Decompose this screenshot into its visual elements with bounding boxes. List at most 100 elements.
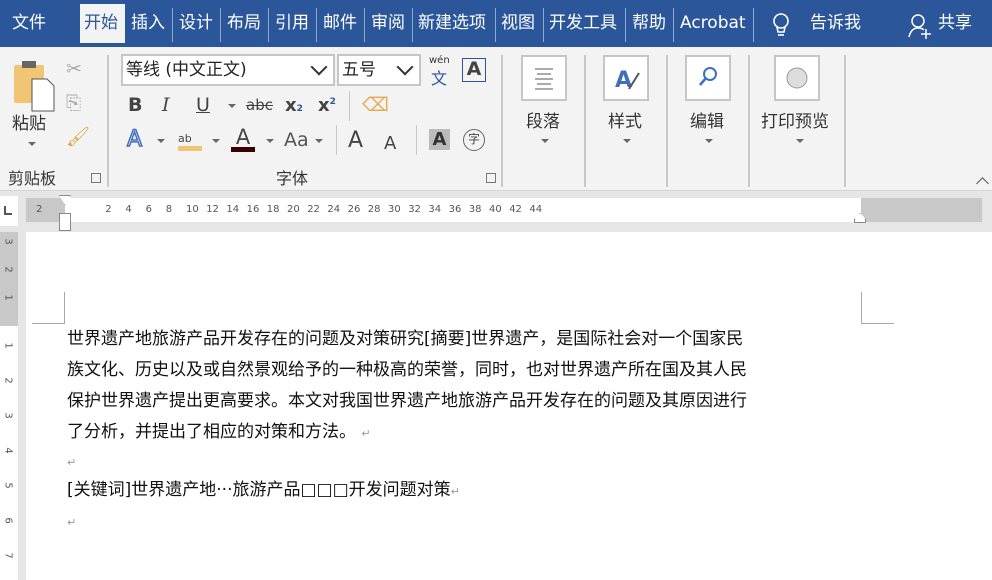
ribbon-tab-bar: 文件 开始 插入 设计 布局 引用 邮件 审阅 新建选项 视图 开发工具 帮助 … bbox=[0, 0, 992, 47]
tab-new-options[interactable]: 新建选项 bbox=[414, 8, 490, 47]
body-line[interactable]: 世界遗产地旅游产品开发存在的问题及对策研究[摘要]世界遗产，是国际社会对一个国家… bbox=[67, 328, 743, 350]
ruler-tick-label: 12 bbox=[206, 204, 219, 215]
print-preview-button[interactable]: 打印预览 bbox=[761, 107, 829, 132]
collapse-ribbon-icon[interactable] bbox=[976, 177, 989, 190]
tab-design[interactable]: 设计 bbox=[175, 8, 217, 47]
search-icon[interactable] bbox=[685, 55, 731, 101]
ruler-tick-label: 10 bbox=[186, 204, 199, 215]
tab-developer[interactable]: 开发工具 bbox=[545, 8, 621, 47]
bold-button[interactable]: B bbox=[128, 93, 142, 117]
styles-button[interactable]: 样式 bbox=[608, 107, 642, 132]
body-line[interactable]: 了分析，并提出了相应的对策和方法。 ↵ bbox=[67, 421, 371, 445]
tell-me-search[interactable]: 告诉我 bbox=[806, 8, 865, 47]
editing-button[interactable]: 编辑 bbox=[690, 107, 724, 132]
font-name-combo[interactable]: 等线 (中文正文) bbox=[121, 54, 335, 86]
font-color-dropdown-icon[interactable] bbox=[266, 139, 274, 143]
tab-acrobat[interactable]: Acrobat bbox=[676, 8, 750, 47]
clipboard-group-label: 剪贴板 bbox=[8, 169, 57, 188]
tab-insert[interactable]: 插入 bbox=[127, 8, 169, 47]
left-indent-marker[interactable] bbox=[59, 213, 71, 231]
font-size-combo[interactable]: 五号 bbox=[337, 54, 421, 86]
paragraph-button[interactable]: 段落 bbox=[526, 107, 560, 132]
italic-button[interactable]: I bbox=[162, 93, 170, 117]
font-size-value: 五号 bbox=[342, 60, 376, 80]
highlight-dropdown-icon[interactable] bbox=[212, 139, 220, 143]
body-line-text: 了分析，并提出了相应的对策和方法。 bbox=[67, 422, 356, 442]
enclose-char-button[interactable]: 字 bbox=[463, 129, 485, 151]
chevron-down-icon[interactable] bbox=[310, 58, 328, 76]
tab-home[interactable]: 开始 bbox=[80, 4, 125, 43]
text-effects-button[interactable]: A bbox=[126, 127, 143, 153]
ruler-tick-label: 36 bbox=[448, 204, 462, 215]
cut-icon[interactable]: ✂ bbox=[66, 57, 82, 81]
vruler-tick-label: 6 bbox=[2, 517, 14, 524]
styles-dropdown-icon[interactable] bbox=[623, 139, 631, 143]
superscript-x: x bbox=[318, 95, 330, 116]
grow-font-button[interactable]: A bbox=[348, 129, 363, 153]
paragraph-mark: ↵ bbox=[361, 427, 371, 440]
paste-dropdown-icon[interactable] bbox=[28, 142, 36, 146]
share-person-icon[interactable] bbox=[908, 13, 932, 39]
paste-icon[interactable] bbox=[12, 59, 56, 113]
keywords-text: [关键词]世界遗产地···旅游产品□□□开发问题对策 bbox=[67, 480, 451, 500]
tab-review[interactable]: 审阅 bbox=[367, 8, 409, 47]
clipboard-launcher-icon[interactable] bbox=[91, 173, 101, 183]
ruler-tick-label: 8 bbox=[165, 204, 173, 215]
share-button[interactable]: 共享 bbox=[934, 8, 976, 47]
tab-references[interactable]: 引用 bbox=[271, 8, 313, 47]
strikethrough-button[interactable]: abc bbox=[246, 93, 273, 117]
styles-icon[interactable]: A bbox=[603, 55, 649, 101]
tab-mailings[interactable]: 邮件 bbox=[319, 8, 361, 47]
body-line[interactable]: 族文化、历史以及或自然景观给予的一种极高的荣誉，同时，也对世界遗产所在国及其人民 bbox=[67, 359, 747, 381]
underline-dropdown-icon[interactable] bbox=[228, 104, 236, 108]
vruler-tick-label: 2 bbox=[2, 377, 14, 384]
font-launcher-icon[interactable] bbox=[486, 173, 496, 183]
lightbulb-icon[interactable] bbox=[771, 12, 791, 38]
text-effects-dropdown-icon[interactable] bbox=[157, 139, 165, 143]
ruler-tick-label: 2 bbox=[105, 204, 112, 215]
underline-button[interactable]: U bbox=[196, 93, 210, 117]
ruler-tick-label: 20 bbox=[287, 204, 300, 215]
vruler-tick-label: 4 bbox=[2, 447, 14, 454]
vruler-tick-label: 2 bbox=[2, 266, 14, 273]
ruler-tick-label: 42 bbox=[509, 204, 522, 215]
ruler-tick-label: 24 bbox=[327, 204, 341, 215]
highlight-color-button[interactable]: ab bbox=[178, 127, 202, 153]
body-line[interactable]: 保护世界遗产提出更高要求。本文对我国世界遗产地旅游产品开发存在的问题及其原因进行 bbox=[67, 390, 747, 412]
tab-selector[interactable] bbox=[0, 196, 18, 226]
ruler-tick-label: 38 bbox=[468, 204, 482, 215]
print-preview-dropdown-icon[interactable] bbox=[796, 139, 804, 143]
paragraph-dropdown-icon[interactable] bbox=[541, 139, 549, 143]
tab-file[interactable]: 文件 bbox=[8, 8, 50, 47]
vruler-tick-label: 1 bbox=[2, 294, 14, 301]
copy-icon[interactable]: ⎘ bbox=[66, 91, 81, 115]
tab-view[interactable]: 视图 bbox=[497, 8, 539, 47]
ribbon-home: 粘贴 ✂ ⎘ 🖌 剪贴板 等线 (中文正文) 五号 wén 文 A B I U … bbox=[0, 47, 992, 191]
print-preview-icon[interactable] bbox=[774, 55, 820, 101]
paragraph-icon[interactable] bbox=[521, 55, 567, 101]
shrink-font-button[interactable]: A bbox=[384, 132, 396, 156]
superscript-button[interactable]: x2 bbox=[318, 95, 336, 116]
change-case-dropdown-icon[interactable] bbox=[315, 139, 323, 143]
vruler-tick-label: 3 bbox=[2, 412, 14, 419]
format-painter-icon[interactable]: 🖌 bbox=[66, 125, 90, 149]
paragraph-mark: ↵ bbox=[67, 516, 77, 529]
tab-help[interactable]: 帮助 bbox=[628, 8, 670, 47]
chevron-down-icon[interactable] bbox=[396, 58, 414, 76]
editing-dropdown-icon[interactable] bbox=[705, 139, 713, 143]
paste-button[interactable]: 粘贴 bbox=[12, 109, 46, 134]
clear-formatting-icon[interactable]: ⌫ bbox=[362, 93, 389, 117]
char-border-icon[interactable]: A bbox=[462, 58, 486, 82]
font-color-button[interactable]: A bbox=[231, 125, 255, 153]
keywords-line[interactable]: [关键词]世界遗产地···旅游产品□□□开发问题对策↵ bbox=[67, 479, 460, 503]
paragraph-mark: ↵ bbox=[450, 485, 460, 498]
ruler-tick-label: 28 bbox=[367, 204, 381, 215]
ruler-tick-label: 44 bbox=[529, 204, 543, 215]
highlight-label: ab bbox=[178, 132, 192, 145]
phonetic-guide-icon[interactable]: 文 bbox=[431, 65, 447, 89]
char-shading-button[interactable]: A bbox=[429, 129, 450, 150]
tab-layout[interactable]: 布局 bbox=[223, 8, 265, 47]
ruler-tick-label: 26 bbox=[347, 204, 361, 215]
change-case-button[interactable]: Aa bbox=[284, 128, 309, 152]
subscript-button[interactable]: x2 bbox=[285, 95, 303, 116]
